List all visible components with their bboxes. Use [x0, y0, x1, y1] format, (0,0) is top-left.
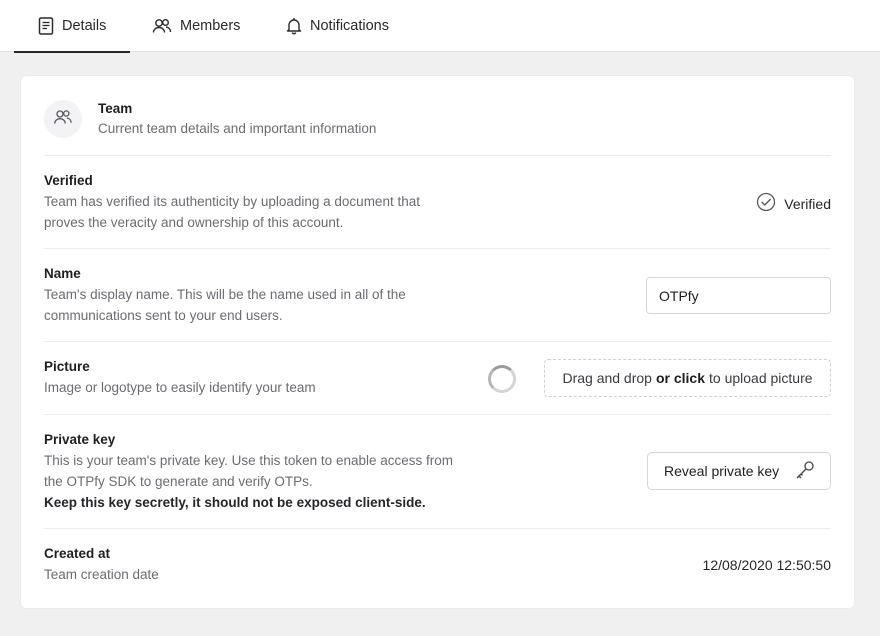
divider: [44, 528, 831, 529]
team-details-card: Team Current team details and important …: [21, 76, 854, 608]
name-title: Name: [44, 266, 81, 281]
picture-upload-dropzone[interactable]: Drag and drop or click to upload picture: [544, 359, 831, 397]
tab-bar: Details Members Notifications: [0, 0, 880, 53]
bell-icon: [286, 17, 302, 35]
divider: [44, 155, 831, 156]
tab-members[interactable]: Members: [152, 0, 240, 52]
tab-details-label: Details: [62, 18, 107, 34]
divider: [44, 341, 831, 342]
private-key-warning: Keep this key secretly, it should not be…: [44, 495, 426, 510]
team-section-subtitle: Current team details and important infor…: [98, 121, 377, 136]
upload-text-action: to upload picture: [709, 370, 813, 386]
tab-details[interactable]: Details: [14, 0, 130, 53]
users-icon: [152, 18, 172, 34]
team-section-title: Team: [98, 101, 133, 116]
tab-members-label: Members: [180, 18, 241, 34]
verified-status: Verified: [756, 192, 831, 215]
reveal-private-key-label: Reveal private key: [664, 463, 780, 479]
created-at-value: 12/08/2020 12:50:50: [702, 557, 831, 573]
verified-title: Verified: [44, 173, 93, 188]
verified-status-label: Verified: [784, 195, 831, 212]
team-avatar: [44, 100, 82, 138]
private-key-description-text: This is your team's private key. Use thi…: [44, 453, 453, 489]
team-name-input[interactable]: [646, 277, 831, 314]
key-icon: [794, 459, 816, 484]
private-key-title: Private key: [44, 432, 116, 447]
users-icon: [53, 109, 73, 130]
name-description: Team's display name. This will be the na…: [44, 287, 406, 323]
loading-spinner-icon: [488, 365, 516, 393]
upload-text-drag: Drag and drop: [562, 370, 652, 386]
picture-title: Picture: [44, 359, 90, 374]
created-at-title: Created at: [44, 546, 111, 561]
tab-notifications-label: Notifications: [310, 18, 389, 34]
check-circle-icon: [756, 192, 776, 215]
verified-description: Team has verified its authenticity by up…: [44, 194, 420, 230]
divider: [44, 248, 831, 249]
divider: [44, 414, 831, 415]
picture-description: Image or logotype to easily identify you…: [44, 380, 316, 395]
upload-text-or-click: or click: [655, 370, 705, 386]
created-at-description: Team creation date: [44, 567, 159, 582]
document-icon: [38, 17, 54, 35]
private-key-description: This is your team's private key. Use thi…: [44, 450, 454, 513]
reveal-private-key-button[interactable]: Reveal private key: [647, 452, 831, 490]
tab-notifications[interactable]: Notifications: [286, 0, 389, 52]
